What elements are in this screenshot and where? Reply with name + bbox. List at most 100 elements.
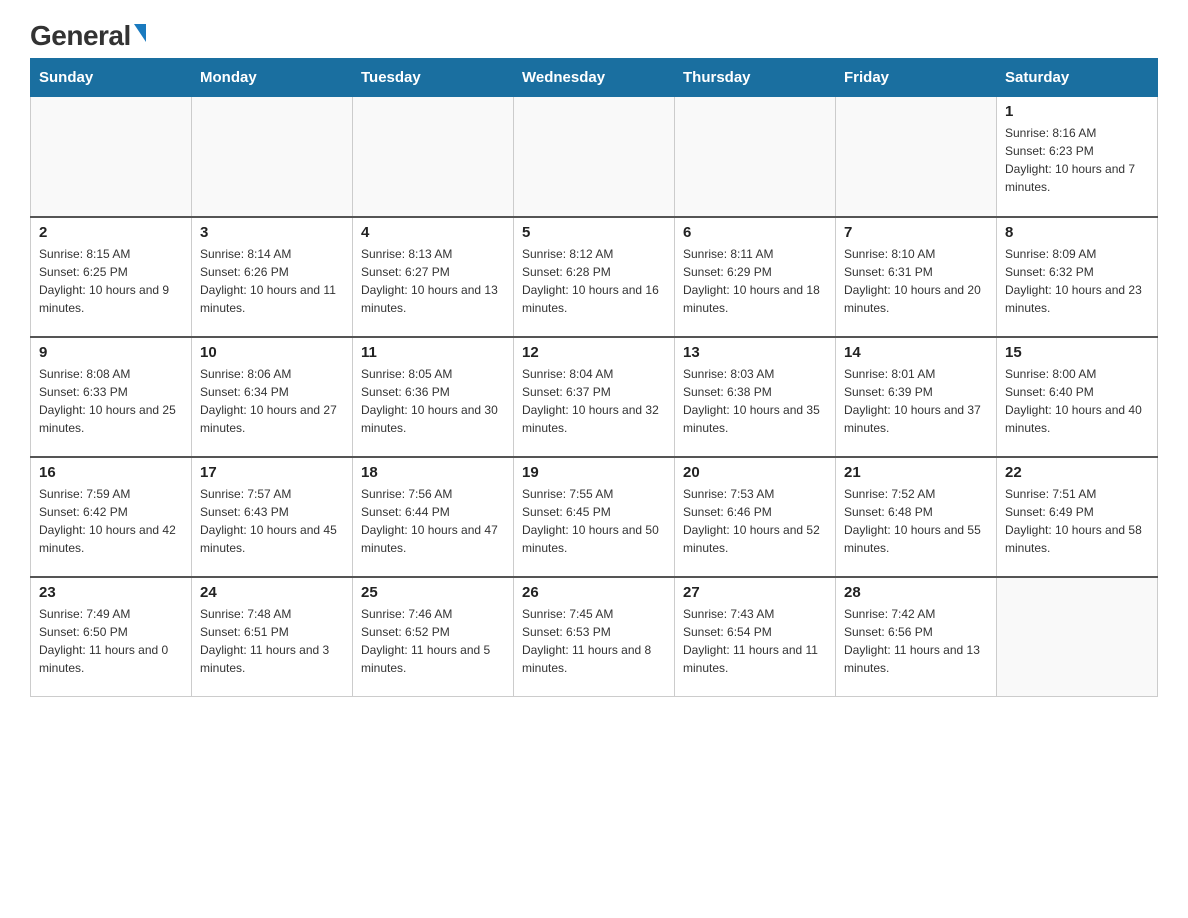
day-of-week-header: Thursday bbox=[675, 59, 836, 97]
day-info: Sunrise: 8:06 AM Sunset: 6:34 PM Dayligh… bbox=[200, 365, 344, 437]
calendar-day-cell: 9 Sunrise: 8:08 AM Sunset: 6:33 PM Daylig… bbox=[31, 337, 192, 457]
day-info: Sunrise: 8:13 AM Sunset: 6:27 PM Dayligh… bbox=[361, 245, 505, 317]
calendar-day-cell: 7 Sunrise: 8:10 AM Sunset: 6:31 PM Daylig… bbox=[836, 217, 997, 337]
calendar-day-cell: 25 Sunrise: 7:46 AM Sunset: 6:52 PM Dayli… bbox=[353, 577, 514, 697]
day-of-week-header: Monday bbox=[192, 59, 353, 97]
day-of-week-header: Saturday bbox=[997, 59, 1158, 97]
day-number: 13 bbox=[683, 344, 827, 361]
calendar-day-cell: 19 Sunrise: 7:55 AM Sunset: 6:45 PM Dayli… bbox=[514, 457, 675, 577]
calendar-day-cell: 21Sunrise: 7:52 AM Sunset: 6:48 PM Dayli… bbox=[836, 457, 997, 577]
day-number: 20 bbox=[683, 464, 827, 481]
calendar-day-cell: 23 Sunrise: 7:49 AM Sunset: 6:50 PM Dayli… bbox=[31, 577, 192, 697]
day-info: Sunrise: 7:55 AM Sunset: 6:45 PM Dayligh… bbox=[522, 485, 666, 557]
day-number: 2 bbox=[39, 224, 183, 241]
day-number: 28 bbox=[844, 584, 988, 601]
day-info: Sunrise: 8:08 AM Sunset: 6:33 PM Dayligh… bbox=[39, 365, 183, 437]
calendar-day-cell: 26 Sunrise: 7:45 AM Sunset: 6:53 PM Dayli… bbox=[514, 577, 675, 697]
day-of-week-header: Tuesday bbox=[353, 59, 514, 97]
day-number: 3 bbox=[200, 224, 344, 241]
day-number: 15 bbox=[1005, 344, 1149, 361]
day-number: 18 bbox=[361, 464, 505, 481]
calendar-day-cell: 10 Sunrise: 8:06 AM Sunset: 6:34 PM Dayli… bbox=[192, 337, 353, 457]
calendar-day-cell: 22 Sunrise: 7:51 AM Sunset: 6:49 PM Dayli… bbox=[997, 457, 1158, 577]
calendar-day-cell: 13Sunrise: 8:03 AM Sunset: 6:38 PM Dayli… bbox=[675, 337, 836, 457]
day-info: Sunrise: 7:43 AM Sunset: 6:54 PM Dayligh… bbox=[683, 605, 827, 677]
day-number: 22 bbox=[1005, 464, 1149, 481]
day-number: 12 bbox=[522, 344, 666, 361]
calendar-day-cell: 3 Sunrise: 8:14 AM Sunset: 6:26 PM Daylig… bbox=[192, 217, 353, 337]
calendar-day-cell: 27 Sunrise: 7:43 AM Sunset: 6:54 PM Dayli… bbox=[675, 577, 836, 697]
calendar-day-cell: 6 Sunrise: 8:11 AM Sunset: 6:29 PM Daylig… bbox=[675, 217, 836, 337]
day-number: 25 bbox=[361, 584, 505, 601]
calendar-week-row: 1 Sunrise: 8:16 AM Sunset: 6:23 PM Daylig… bbox=[31, 97, 1158, 217]
calendar-day-cell: 2Sunrise: 8:15 AM Sunset: 6:25 PM Daylig… bbox=[31, 217, 192, 337]
day-info: Sunrise: 8:12 AM Sunset: 6:28 PM Dayligh… bbox=[522, 245, 666, 317]
day-info: Sunrise: 8:10 AM Sunset: 6:31 PM Dayligh… bbox=[844, 245, 988, 317]
calendar-day-cell bbox=[675, 97, 836, 217]
calendar-header-row: SundayMondayTuesdayWednesdayThursdayFrid… bbox=[31, 59, 1158, 97]
day-number: 9 bbox=[39, 344, 183, 361]
day-info: Sunrise: 7:59 AM Sunset: 6:42 PM Dayligh… bbox=[39, 485, 183, 557]
day-info: Sunrise: 7:56 AM Sunset: 6:44 PM Dayligh… bbox=[361, 485, 505, 557]
calendar-day-cell: 28 Sunrise: 7:42 AM Sunset: 6:56 PM Dayli… bbox=[836, 577, 997, 697]
day-number: 1 bbox=[1005, 103, 1149, 120]
day-info: Sunrise: 8:01 AM Sunset: 6:39 PM Dayligh… bbox=[844, 365, 988, 437]
day-info: Sunrise: 7:53 AM Sunset: 6:46 PM Dayligh… bbox=[683, 485, 827, 557]
calendar-week-row: 23 Sunrise: 7:49 AM Sunset: 6:50 PM Dayli… bbox=[31, 577, 1158, 697]
day-info: Sunrise: 8:05 AM Sunset: 6:36 PM Dayligh… bbox=[361, 365, 505, 437]
day-of-week-header: Friday bbox=[836, 59, 997, 97]
logo-arrow-icon bbox=[134, 24, 146, 42]
calendar-day-cell bbox=[836, 97, 997, 217]
calendar-day-cell: 18 Sunrise: 7:56 AM Sunset: 6:44 PM Dayli… bbox=[353, 457, 514, 577]
calendar-day-cell: 20 Sunrise: 7:53 AM Sunset: 6:46 PM Dayli… bbox=[675, 457, 836, 577]
day-info: Sunrise: 8:16 AM Sunset: 6:23 PM Dayligh… bbox=[1005, 124, 1149, 196]
day-number: 21 bbox=[844, 464, 988, 481]
day-number: 11 bbox=[361, 344, 505, 361]
calendar-day-cell: 8 Sunrise: 8:09 AM Sunset: 6:32 PM Daylig… bbox=[997, 217, 1158, 337]
day-info: Sunrise: 7:48 AM Sunset: 6:51 PM Dayligh… bbox=[200, 605, 344, 677]
calendar-day-cell bbox=[353, 97, 514, 217]
day-info: Sunrise: 7:51 AM Sunset: 6:49 PM Dayligh… bbox=[1005, 485, 1149, 557]
logo: General bbox=[30, 20, 146, 48]
calendar-day-cell: 1 Sunrise: 8:16 AM Sunset: 6:23 PM Daylig… bbox=[997, 97, 1158, 217]
day-number: 8 bbox=[1005, 224, 1149, 241]
day-info: Sunrise: 7:57 AM Sunset: 6:43 PM Dayligh… bbox=[200, 485, 344, 557]
logo-general-text: General bbox=[30, 20, 131, 51]
calendar-day-cell bbox=[514, 97, 675, 217]
calendar-day-cell: 24 Sunrise: 7:48 AM Sunset: 6:51 PM Dayli… bbox=[192, 577, 353, 697]
calendar-day-cell: 16Sunrise: 7:59 AM Sunset: 6:42 PM Dayli… bbox=[31, 457, 192, 577]
day-of-week-header: Sunday bbox=[31, 59, 192, 97]
calendar-week-row: 16Sunrise: 7:59 AM Sunset: 6:42 PM Dayli… bbox=[31, 457, 1158, 577]
page-header: General bbox=[30, 20, 1158, 48]
calendar-week-row: 9 Sunrise: 8:08 AM Sunset: 6:33 PM Daylig… bbox=[31, 337, 1158, 457]
day-of-week-header: Wednesday bbox=[514, 59, 675, 97]
calendar-table: SundayMondayTuesdayWednesdayThursdayFrid… bbox=[30, 58, 1158, 697]
day-number: 24 bbox=[200, 584, 344, 601]
calendar-day-cell bbox=[192, 97, 353, 217]
calendar-day-cell: 4 Sunrise: 8:13 AM Sunset: 6:27 PM Daylig… bbox=[353, 217, 514, 337]
day-number: 26 bbox=[522, 584, 666, 601]
day-info: Sunrise: 7:45 AM Sunset: 6:53 PM Dayligh… bbox=[522, 605, 666, 677]
day-number: 10 bbox=[200, 344, 344, 361]
day-info: Sunrise: 8:09 AM Sunset: 6:32 PM Dayligh… bbox=[1005, 245, 1149, 317]
day-number: 5 bbox=[522, 224, 666, 241]
day-number: 19 bbox=[522, 464, 666, 481]
day-info: Sunrise: 8:11 AM Sunset: 6:29 PM Dayligh… bbox=[683, 245, 827, 317]
day-info: Sunrise: 7:46 AM Sunset: 6:52 PM Dayligh… bbox=[361, 605, 505, 677]
day-info: Sunrise: 7:49 AM Sunset: 6:50 PM Dayligh… bbox=[39, 605, 183, 677]
calendar-day-cell: 14 Sunrise: 8:01 AM Sunset: 6:39 PM Dayli… bbox=[836, 337, 997, 457]
calendar-day-cell: 15Sunrise: 8:00 AM Sunset: 6:40 PM Dayli… bbox=[997, 337, 1158, 457]
day-number: 23 bbox=[39, 584, 183, 601]
day-info: Sunrise: 8:04 AM Sunset: 6:37 PM Dayligh… bbox=[522, 365, 666, 437]
day-number: 14 bbox=[844, 344, 988, 361]
day-number: 27 bbox=[683, 584, 827, 601]
calendar-day-cell bbox=[997, 577, 1158, 697]
day-info: Sunrise: 7:42 AM Sunset: 6:56 PM Dayligh… bbox=[844, 605, 988, 677]
day-number: 7 bbox=[844, 224, 988, 241]
day-info: Sunrise: 8:14 AM Sunset: 6:26 PM Dayligh… bbox=[200, 245, 344, 317]
calendar-day-cell: 12 Sunrise: 8:04 AM Sunset: 6:37 PM Dayli… bbox=[514, 337, 675, 457]
calendar-day-cell bbox=[31, 97, 192, 217]
calendar-day-cell: 11 Sunrise: 8:05 AM Sunset: 6:36 PM Dayli… bbox=[353, 337, 514, 457]
day-number: 4 bbox=[361, 224, 505, 241]
day-number: 6 bbox=[683, 224, 827, 241]
